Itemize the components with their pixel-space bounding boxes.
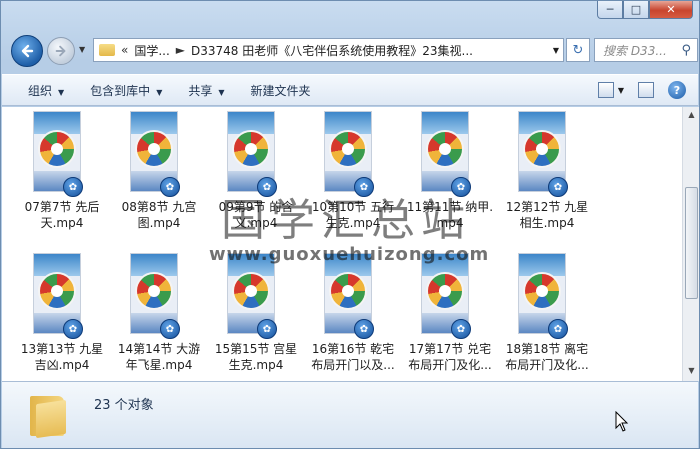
view-options-icon[interactable] [597,82,614,98]
file-name: 18第18节 离宅 布局开门及化... [505,342,589,372]
include-library-menu[interactable]: 包含到库中 ▼ [90,82,162,99]
media-player-icon: ✿ [451,319,471,339]
watermark-url: www.guoxuehuizong.com [209,244,490,265]
media-player-icon: ✿ [354,319,374,339]
file-item[interactable]: ✿ 15第15节 宫星 生克.mp4 [210,253,302,381]
file-name: 08第8节 九宫 图.mp4 [121,200,197,230]
media-player-icon: ✿ [63,177,83,197]
search-input[interactable]: 搜索 D33... ⚲ [594,38,698,62]
address-bar[interactable]: « 国学... ► D33748 田老师《八宅伴侣系统使用教程》23集视... … [93,38,564,62]
close-button[interactable]: ✕ [649,1,693,19]
navigation-bar: ▼ « 国学... ► D33748 田老师《八宅伴侣系统使用教程》23集视..… [7,33,698,69]
breadcrumb-arrow-icon[interactable]: ► [176,43,185,57]
search-placeholder: 搜索 D33... [603,43,667,58]
back-button[interactable] [11,35,43,67]
chevron-down-icon: ▼ [218,87,225,97]
file-name: 12第12节 九星 相生.mp4 [505,200,589,230]
arrow-right-icon [55,45,66,57]
watermark-text: 国学汇总站 [221,195,471,246]
media-player-icon: ✿ [63,319,83,339]
media-player-icon: ✿ [257,319,277,339]
include-library-label: 包含到库中 [90,83,151,98]
file-item[interactable]: ✿ 16第16节 乾宅 布局开门以及... [307,253,399,381]
breadcrumb-parent[interactable]: 国学... [134,42,169,59]
media-player-icon: ✿ [160,177,180,197]
new-folder-button[interactable]: 新建文件夹 [251,82,311,99]
folder-icon [30,392,68,439]
breadcrumb-current[interactable]: D33748 田老师《八宅伴侣系统使用教程》23集视... [191,42,473,59]
file-name: 13第13节 九星 吉凶.mp4 [20,342,104,372]
explorer-window: ─ □ ✕ ▼ « 国学... ► D33748 田老师《八宅伴侣系统使用教程》… [0,0,700,449]
share-menu[interactable]: 共享 ▼ [188,82,224,99]
chevron-down-icon[interactable]: ▼ [618,86,624,95]
command-bar: 组织 ▼ 包含到库中 ▼ 共享 ▼ 新建文件夹 ▼ ? [2,74,698,106]
scroll-thumb[interactable] [685,187,698,299]
refresh-button[interactable]: ↻ [566,38,590,62]
file-item[interactable]: ✿ 12第12节 九星 相生.mp4 [501,111,593,245]
overflow-chevron-icon[interactable]: « [121,43,128,57]
item-count: 23 个对象 [94,398,154,413]
media-player-icon: ✿ [160,319,180,339]
arrow-left-icon [21,44,34,58]
file-item[interactable]: ✿ 14第14节 大游 年飞星.mp4 [113,253,205,381]
recent-pages-dropdown[interactable]: ▼ [79,45,85,54]
new-folder-label: 新建文件夹 [250,83,311,98]
search-icon[interactable]: ⚲ [681,43,691,58]
file-name: 07第7节 先后 天.mp4 [24,200,100,230]
folder-icon [99,44,115,56]
file-item[interactable]: ✿ 17第17节 兑宅 布局开门及化... [404,253,496,381]
details-pane: 23 个对象 [2,381,698,448]
preview-pane-icon[interactable] [638,82,654,98]
vertical-scrollbar[interactable]: ▲ ▼ [682,107,699,381]
caption-buttons: ─ □ ✕ [597,1,693,21]
minimize-button[interactable]: ─ [597,1,623,19]
help-icon[interactable]: ? [668,81,686,99]
media-player-icon: ✿ [548,319,568,339]
view-controls: ▼ ? [597,81,686,99]
organize-menu[interactable]: 组织 ▼ [28,82,64,99]
maximize-button[interactable]: □ [623,1,649,19]
refresh-icon: ↻ [572,42,584,58]
chevron-down-icon: ▼ [58,87,65,97]
organize-label: 组织 [28,83,53,98]
chevron-down-icon: ▼ [156,87,163,97]
file-item[interactable]: ✿ 18第18节 离宅 布局开门及化... [501,253,593,381]
scroll-up-icon[interactable]: ▲ [685,110,698,122]
file-item[interactable]: ✿ 13第13节 九星 吉凶.mp4 [16,253,108,381]
file-item[interactable]: ✿ 08第8节 九宫 图.mp4 [113,111,205,245]
file-name: 16第16节 乾宅 布局开门以及... [311,342,395,372]
file-name: 14第14节 大游 年飞星.mp4 [117,342,201,372]
scroll-down-icon[interactable]: ▼ [685,366,698,378]
media-player-icon: ✿ [548,177,568,197]
file-item[interactable]: ✿ 07第7节 先后 天.mp4 [16,111,108,245]
file-name: 17第17节 兑宅 布局开门及化... [408,342,492,372]
forward-button[interactable] [47,37,75,65]
file-name: 15第15节 宫星 生克.mp4 [214,342,298,372]
share-label: 共享 [188,83,213,98]
address-dropdown-icon[interactable]: ▼ [553,46,559,55]
